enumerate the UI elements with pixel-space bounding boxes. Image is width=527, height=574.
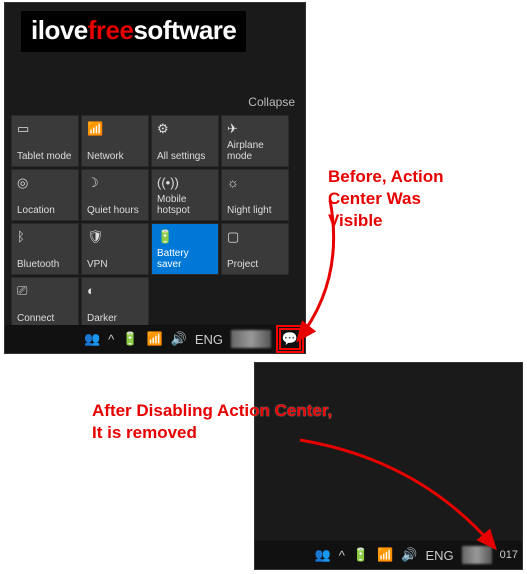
- people-icon[interactable]: 👥: [84, 331, 100, 347]
- tile-mobile-hotspot[interactable]: ((•)) Mobile hotspot: [151, 169, 219, 221]
- tile-label: All settings: [157, 151, 213, 162]
- tile-darker[interactable]: ◐ Darker: [81, 277, 149, 329]
- project-icon: ▢: [227, 229, 239, 245]
- tile-quiet-hours[interactable]: ☽ Quiet hours: [81, 169, 149, 221]
- clock-blurred: [231, 330, 271, 348]
- darker-icon: ◐: [87, 283, 95, 298]
- volume-icon[interactable]: 🔊: [171, 331, 187, 347]
- tile-all-settings[interactable]: ⚙ All settings: [151, 115, 219, 167]
- quiet-hours-icon: ☽: [87, 175, 99, 191]
- battery-saver-icon: 🔋: [157, 229, 173, 245]
- airplane-mode-icon: ✈: [227, 121, 238, 137]
- tile-battery-saver[interactable]: 🔋 Battery saver: [151, 223, 219, 275]
- tile-location[interactable]: ◎ Location: [11, 169, 79, 221]
- tile-label: Connect: [17, 313, 73, 324]
- tile-night-light[interactable]: ☼ Night light: [221, 169, 289, 221]
- tile-network[interactable]: 📶 Network: [81, 115, 149, 167]
- vpn-icon: 🛡: [87, 229, 104, 245]
- tile-label: Tablet mode: [17, 151, 73, 162]
- taskbar-before: 👥 ^ 🔋 📶 🔊 ENG 💬: [5, 325, 305, 353]
- tile-connect[interactable]: ⎚ Connect: [11, 277, 79, 329]
- bluetooth-icon: ᛒ: [17, 229, 25, 244]
- wifi-icon[interactable]: 📶: [146, 331, 162, 347]
- logo-part2: free: [88, 15, 134, 45]
- arrow-after: [300, 440, 520, 560]
- tile-airplane-mode[interactable]: ✈ Airplane mode: [221, 115, 289, 167]
- battery-icon[interactable]: 🔋: [122, 331, 138, 347]
- tile-label: Night light: [227, 205, 283, 216]
- network-icon: 📶: [87, 121, 103, 137]
- tile-label: Location: [17, 205, 73, 216]
- connect-icon: ⎚: [17, 283, 27, 299]
- tile-label: Project: [227, 259, 283, 270]
- logo-part1: ilove: [31, 15, 88, 45]
- logo-part3: software: [133, 15, 236, 45]
- arrow-before: [290, 200, 350, 350]
- night-light-icon: ☼: [227, 175, 239, 190]
- tile-tablet-mode[interactable]: ▭ Tablet mode: [11, 115, 79, 167]
- tile-label: Mobile hotspot: [157, 194, 213, 216]
- tile-bluetooth[interactable]: ᛒ Bluetooth: [11, 223, 79, 275]
- tile-label: Quiet hours: [87, 205, 143, 216]
- site-logo: ilovefreesoftware: [21, 11, 246, 52]
- annotation-after: After Disabling Action Center, It is rem…: [92, 400, 332, 444]
- tile-label: Network: [87, 151, 143, 162]
- tile-label: Airplane mode: [227, 140, 283, 162]
- tray-chevron-icon[interactable]: ^: [108, 332, 114, 347]
- language-indicator[interactable]: ENG: [195, 332, 223, 347]
- collapse-link[interactable]: Collapse: [248, 95, 295, 109]
- tile-label: VPN: [87, 259, 143, 270]
- action-center-panel: ilovefreesoftware Collapse ▭ Tablet mode 📶…: [4, 2, 306, 354]
- location-icon: ◎: [17, 175, 28, 191]
- all-settings-icon: ⚙: [157, 121, 169, 137]
- tablet-mode-icon: ▭: [17, 121, 29, 137]
- mobile-hotspot-icon: ((•)): [157, 175, 179, 190]
- tile-label: Bluetooth: [17, 259, 73, 270]
- tile-label: Battery saver: [157, 248, 213, 270]
- tile-project[interactable]: ▢ Project: [221, 223, 289, 275]
- quick-actions-grid: ▭ Tablet mode 📶 Network ⚙ All settings ✈ Airpla…: [11, 115, 289, 329]
- tile-label: Darker: [87, 313, 143, 324]
- tile-vpn[interactable]: 🛡 VPN: [81, 223, 149, 275]
